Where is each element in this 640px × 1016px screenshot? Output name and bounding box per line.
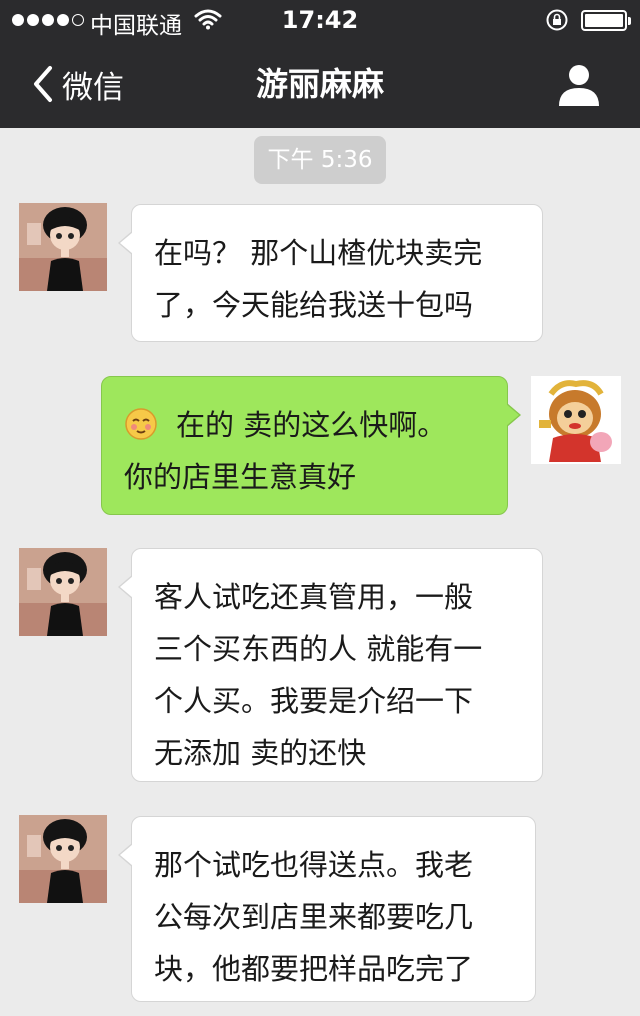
message-text: 了，今天能给我送十包吗	[154, 288, 474, 322]
status-time: 17:42	[281, 6, 359, 34]
person-icon[interactable]	[555, 60, 603, 108]
battery-icon	[581, 10, 631, 31]
message-text: 那个试吃也得送点。我老	[154, 848, 474, 882]
message-text: 你的店里生意真好	[124, 460, 357, 494]
message-bubble-incoming[interactable]: 那个试吃也得送点。我老 公每次到店里来都要吃几 块，他都要把样品吃完了	[118, 816, 536, 1002]
time-divider: 下午 5:36	[254, 136, 386, 184]
contact-avatar[interactable]	[19, 548, 107, 636]
contact-avatar[interactable]	[19, 815, 107, 903]
message-text: 个人买。我要是介绍一下	[154, 684, 474, 718]
self-avatar[interactable]	[531, 376, 621, 464]
message-bubble-outgoing[interactable]: 在的 卖的这么快啊。 你的店里生意真好	[101, 376, 521, 515]
chat-title: 游丽麻麻	[255, 65, 384, 103]
message-bubble-incoming[interactable]: 客人试吃还真管用，一般 三个买东西的人 就能有一 个人买。我要是介绍一下 无添加…	[118, 548, 543, 782]
message-text: 块，他都要把样品吃完了	[154, 952, 474, 986]
message-text-line: 在的 卖的这么快啊。	[124, 399, 485, 451]
message-text: 无添加 卖的还快	[154, 736, 367, 770]
rotation-lock-icon	[546, 9, 568, 31]
contact-avatar[interactable]	[19, 203, 107, 291]
status-bar: 中国联通 17:42	[0, 0, 640, 40]
message-text: 在吗？ 那个山楂优块卖完	[154, 236, 483, 270]
header-bar: 中国联通 17:42 微信 游丽麻麻	[0, 0, 640, 128]
chat-area[interactable]: 下午 5:36 在吗？ 那个山楂优块卖完 了，今天能给我送十包吗 在的 卖的这么	[0, 128, 640, 1016]
message-bubble-incoming[interactable]: 在吗？ 那个山楂优块卖完 了，今天能给我送十包吗	[118, 204, 543, 342]
shy-smile-emoji-icon	[125, 408, 157, 440]
message-text: 三个买东西的人 就能有一	[154, 632, 483, 666]
message-text: 客人试吃还真管用，一般	[154, 580, 474, 614]
message-text: 公每次到店里来都要吃几	[154, 900, 474, 934]
